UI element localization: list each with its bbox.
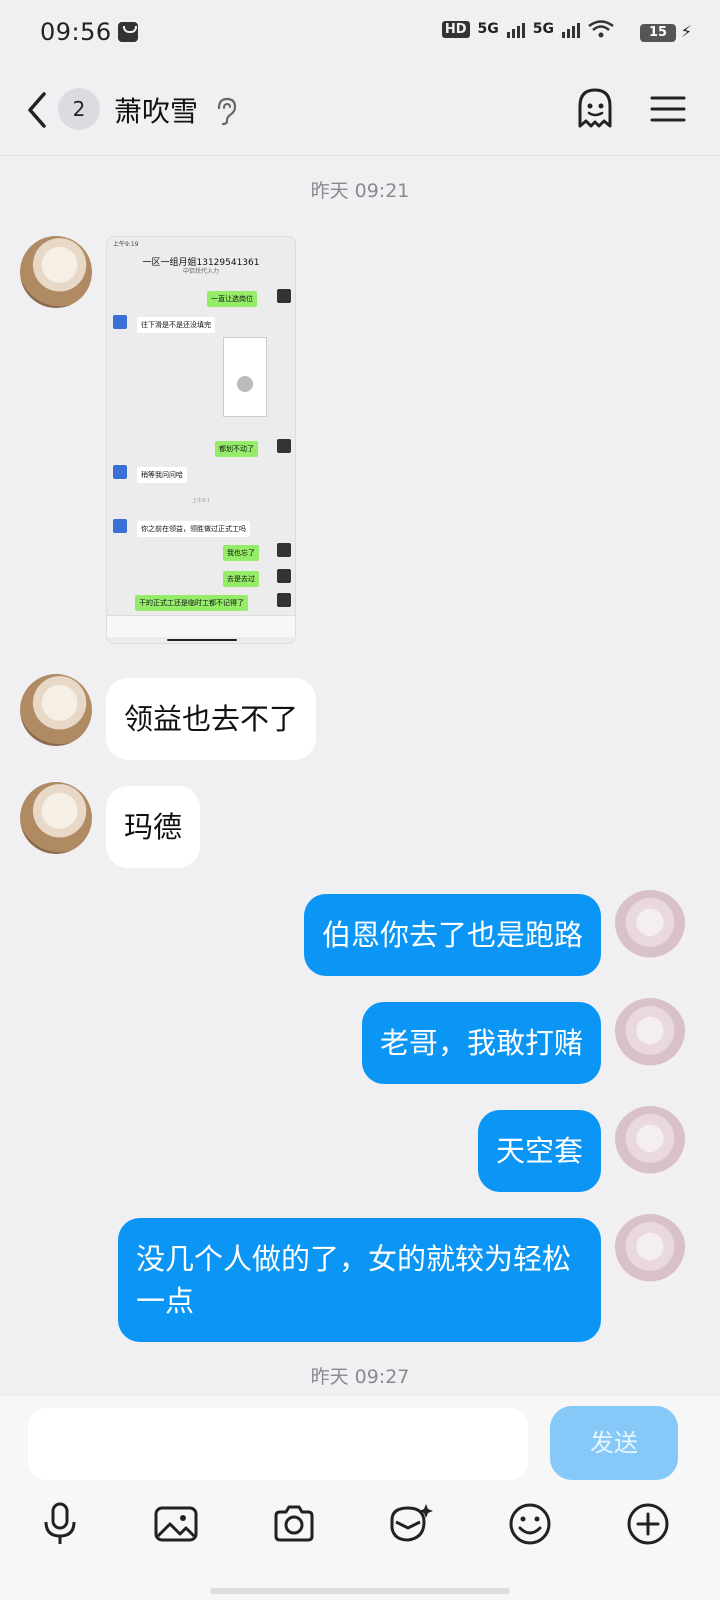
send-button[interactable]: 发送 [550,1406,678,1480]
network-label-2: 5G [532,21,554,37]
message-bubble[interactable]: 天空套 [477,1110,601,1192]
unread-count-badge[interactable]: 2 [58,88,100,130]
embedded-bubble: 我也忘了 [223,545,259,561]
avatar[interactable] [614,890,686,962]
status-time: 09:56 [40,18,112,46]
signal-icon [562,20,580,38]
home-indicator[interactable] [210,1588,510,1594]
embedded-input-bar [107,615,295,637]
qq-ghost-icon[interactable] [574,86,616,130]
avatar[interactable] [20,782,92,854]
embedded-avatar [277,569,291,583]
embedded-avatar [113,519,127,533]
network-label-1: 5G [477,21,499,37]
embedded-avatar [113,465,127,479]
message-timestamp: 昨天 09:21 [310,180,410,202]
embedded-avatar [277,543,291,557]
embedded-subtitle: 中铝伐代入力 [182,268,219,275]
message-timestamp: 昨天 09:27 [310,1366,410,1388]
chat-header: 2 萧吹雪 [0,64,720,156]
avatar[interactable] [614,1106,686,1178]
battery-icon: 15 [640,24,676,42]
message-bubble[interactable]: 伯恩你去了也是跑路 [303,894,601,976]
embedded-bubble: 一直让选岗位 [207,291,257,307]
embedded-video-card [223,337,267,417]
message-bubble[interactable]: 没几个人做的了，女的就较为轻松一点 [118,1218,601,1342]
embedded-avatar [277,439,291,453]
embedded-bubble: 往下滑是不是还没填完 [137,317,215,333]
microphone-icon[interactable] [36,1500,84,1548]
menu-icon[interactable] [650,94,686,124]
plus-icon[interactable] [624,1500,672,1548]
sticker-icon[interactable] [386,1500,434,1548]
embedded-avatar [113,315,127,329]
embedded-home-bar [167,639,237,641]
avatar[interactable] [20,674,92,746]
embedded-time-divider: 上午9:1 [191,498,211,504]
embedded-status-time: 上午9:19 [113,241,139,248]
wifi-icon [588,20,614,38]
status-indicators: HD 5G 5G [441,20,662,38]
emoji-icon[interactable] [506,1500,554,1548]
message-input[interactable] [28,1408,528,1480]
image-icon[interactable] [152,1500,200,1548]
avatar[interactable] [20,236,92,308]
embedded-avatar [277,289,291,303]
avatar[interactable] [614,998,686,1070]
avatar[interactable] [614,1214,686,1286]
embedded-bubble: 你之前在领益，领胜做过正式工吗 [137,521,250,537]
hd-badge: HD [441,20,470,38]
embedded-bubble: 稍等我问问哈 [137,467,187,483]
message-bubble[interactable]: 老哥，我敢打赌 [361,1002,601,1084]
image-message[interactable]: 上午9:19 一区一组月姐13129541361 中铝伐代入力 一直让选岗位 往… [106,236,296,644]
shopping-bag-icon [118,22,138,42]
embedded-bubble: 干的正式工还是临时工都不记得了 [135,595,248,611]
camera-icon[interactable] [270,1500,318,1548]
embedded-avatar [277,593,291,607]
embedded-bubble: 都划不动了 [215,441,258,457]
message-bubble[interactable]: 玛德 [106,786,201,868]
message-bubble[interactable]: 领益也去不了 [106,678,317,760]
embedded-bubble: 去是去过 [223,571,259,587]
chat-title[interactable]: 萧吹雪 [114,90,198,130]
back-arrow-icon[interactable] [22,90,56,130]
ear-icon[interactable] [214,96,238,126]
charging-icon: ⚡ [680,22,692,41]
signal-icon [506,20,525,38]
status-bar: 09:56 HD 5G 5G 15 ⚡ [0,0,720,64]
composer: 发送 [0,1396,720,1600]
